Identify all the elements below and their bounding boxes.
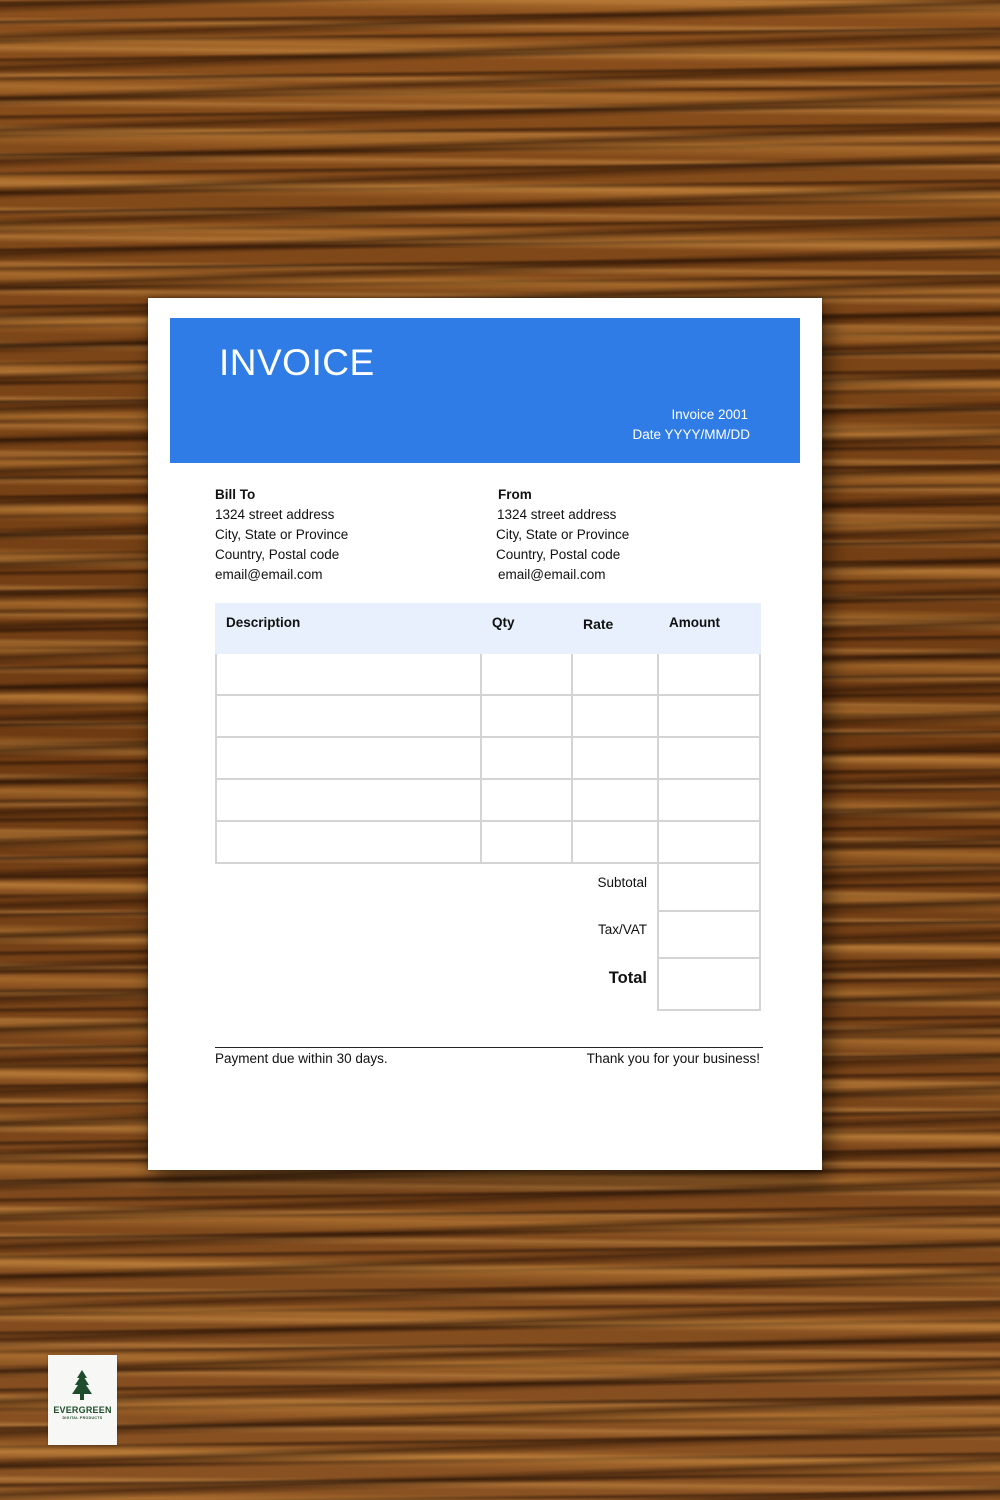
rate-cell[interactable] — [573, 696, 659, 736]
bill-to-country: Country, Postal code — [215, 547, 340, 562]
amount-cell[interactable] — [659, 738, 761, 778]
invoice-title: INVOICE — [219, 342, 375, 383]
amount-cell[interactable] — [659, 822, 761, 862]
tax-label: Tax/VAT — [597, 922, 647, 937]
from-email: email@email.com — [498, 567, 606, 582]
totals-column — [657, 864, 761, 1011]
from-city: City, State or Province — [496, 527, 630, 542]
description-cell[interactable] — [217, 738, 482, 778]
payment-terms: Payment due within 30 days. — [215, 1051, 388, 1066]
table-row — [217, 780, 761, 822]
rate-cell[interactable] — [573, 654, 659, 694]
description-cell[interactable] — [217, 822, 482, 862]
pine-tree-icon — [72, 1370, 92, 1400]
thank-you-note: Thank you for your business! — [586, 1051, 760, 1066]
line-items-table: Description Qty Rate Amount — [215, 603, 761, 864]
table-row — [217, 738, 761, 780]
invoice-number: Invoice 2001 — [671, 407, 748, 422]
invoice-date: Date YYYY/MM/DD — [632, 427, 750, 442]
from-country: Country, Postal code — [496, 547, 621, 562]
bill-to-heading: Bill To — [215, 487, 256, 502]
column-header-qty: Qty — [492, 615, 515, 630]
qty-cell[interactable] — [482, 822, 573, 862]
total-label: Total — [608, 969, 647, 987]
from-street: 1324 street address — [497, 507, 617, 522]
subtotal-label: Subtotal — [597, 875, 647, 890]
bill-to-block: Bill To 1324 street address City, State … — [215, 485, 348, 585]
footer-divider — [215, 1047, 763, 1048]
bill-to-city: City, State or Province — [215, 527, 349, 542]
rate-cell[interactable] — [573, 738, 659, 778]
table-row — [217, 654, 761, 696]
table-row — [217, 822, 761, 864]
amount-cell[interactable] — [659, 696, 761, 736]
qty-cell[interactable] — [482, 738, 573, 778]
column-header-description: Description — [226, 615, 301, 630]
table-body — [215, 654, 761, 864]
rate-cell[interactable] — [573, 822, 659, 862]
description-cell[interactable] — [217, 696, 482, 736]
qty-cell[interactable] — [482, 696, 573, 736]
tax-value[interactable] — [657, 912, 761, 959]
description-cell[interactable] — [217, 654, 482, 694]
total-value[interactable] — [657, 959, 761, 1011]
amount-cell[interactable] — [659, 654, 761, 694]
column-header-amount: Amount — [669, 615, 720, 630]
table-header-row: Description Qty Rate Amount — [215, 603, 761, 654]
qty-cell[interactable] — [482, 780, 573, 820]
from-block: From 1324 street address City, State or … — [496, 485, 629, 585]
invoice-sheet: INVOICE Invoice 2001 Date YYYY/MM/DD Bil… — [148, 298, 822, 1170]
table-row — [217, 696, 761, 738]
bill-to-street: 1324 street address — [215, 507, 335, 522]
column-header-rate: Rate — [583, 616, 614, 632]
brand-name: EVERGREEN — [53, 1405, 112, 1415]
amount-cell[interactable] — [659, 780, 761, 820]
rate-cell[interactable] — [573, 780, 659, 820]
description-cell[interactable] — [217, 780, 482, 820]
bill-to-email: email@email.com — [215, 567, 323, 582]
qty-cell[interactable] — [482, 654, 573, 694]
brand-tagline: DIGITAL PRODUCTS — [62, 1416, 103, 1420]
from-heading: From — [498, 487, 532, 502]
subtotal-value[interactable] — [657, 864, 761, 912]
brand-logo: EVERGREEN DIGITAL PRODUCTS — [48, 1355, 117, 1445]
invoice-header: INVOICE Invoice 2001 Date YYYY/MM/DD — [170, 318, 800, 463]
